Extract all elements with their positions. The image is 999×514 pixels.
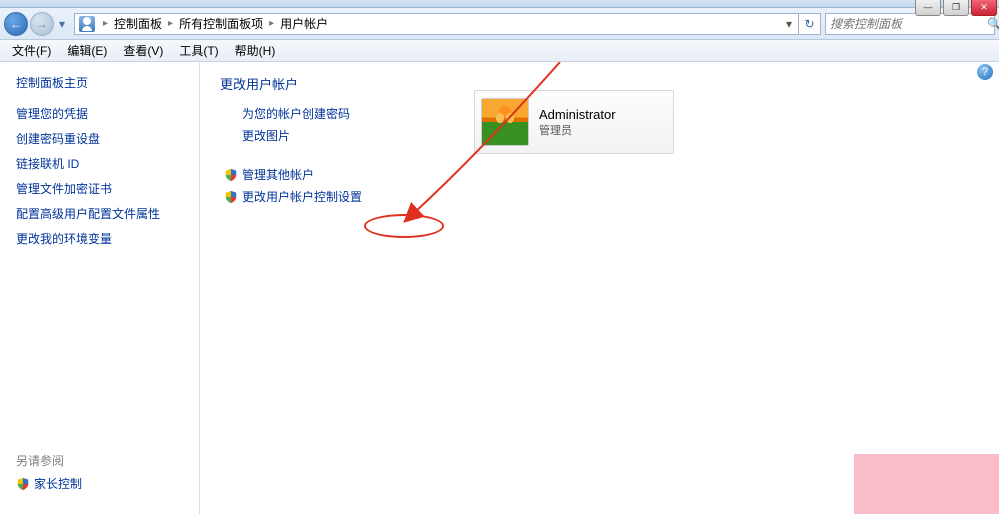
titlebar: — ❐ ✕ xyxy=(0,0,999,8)
sidebar-link-encryption-cert[interactable]: 管理文件加密证书 xyxy=(16,180,183,197)
sidebar-link-advanced-profile[interactable]: 配置高级用户配置文件属性 xyxy=(16,205,183,222)
task-change-uac-settings[interactable]: 更改用户帐户控制设置 xyxy=(224,188,979,205)
breadcrumb-all-items[interactable]: 所有控制面板项 xyxy=(177,15,265,32)
account-name: Administrator xyxy=(539,107,616,122)
parental-controls-link[interactable]: 家长控制 xyxy=(16,475,183,492)
user-accounts-icon xyxy=(79,16,95,32)
crumb-sep-icon: ▸ xyxy=(265,18,278,29)
menu-tools[interactable]: 工具(T) xyxy=(171,40,226,61)
shield-icon xyxy=(224,190,238,204)
shield-icon xyxy=(16,477,30,491)
sidebar-link-env-vars[interactable]: 更改我的环境变量 xyxy=(16,230,183,247)
menu-file[interactable]: 文件(F) xyxy=(4,40,59,61)
help-icon[interactable]: ? xyxy=(977,64,993,80)
address-bar[interactable]: ▸ 控制面板 ▸ 所有控制面板项 ▸ 用户帐户 ▾ xyxy=(74,13,799,35)
nav-history-dropdown[interactable]: ▾ xyxy=(56,15,68,33)
navigation-bar: ← → ▾ ▸ 控制面板 ▸ 所有控制面板项 ▸ 用户帐户 ▾ ↻ 🔍 xyxy=(0,8,999,40)
shield-icon xyxy=(224,168,238,182)
maximize-button[interactable]: ❐ xyxy=(943,0,969,16)
crumb-sep-icon: ▸ xyxy=(164,18,177,29)
task-label: 管理其他帐户 xyxy=(242,166,314,183)
menu-edit[interactable]: 编辑(E) xyxy=(59,40,115,61)
sidebar-link-reset-disk[interactable]: 创建密码重设盘 xyxy=(16,130,183,147)
breadcrumb-control-panel[interactable]: 控制面板 xyxy=(112,15,164,32)
close-button[interactable]: ✕ xyxy=(971,0,997,16)
body: 控制面板主页 管理您的凭据 创建密码重设盘 链接联机 ID 管理文件加密证书 配… xyxy=(0,62,999,514)
back-button[interactable]: ← xyxy=(4,12,28,36)
menu-bar: 文件(F) 编辑(E) 查看(V) 工具(T) 帮助(H) xyxy=(0,40,999,62)
see-also-label: 另请参阅 xyxy=(16,452,183,469)
sidebar: 控制面板主页 管理您的凭据 创建密码重设盘 链接联机 ID 管理文件加密证书 配… xyxy=(0,62,200,514)
annotation-circle xyxy=(364,214,444,238)
menu-view[interactable]: 查看(V) xyxy=(115,40,171,61)
search-input[interactable] xyxy=(830,17,987,31)
account-role: 管理员 xyxy=(539,122,616,138)
watermark xyxy=(854,454,999,514)
breadcrumb-user-accounts[interactable]: 用户帐户 xyxy=(278,15,330,32)
window-controls: — ❐ ✕ xyxy=(913,0,997,16)
avatar xyxy=(481,98,529,146)
account-tile[interactable]: Administrator 管理员 xyxy=(474,90,674,154)
sidebar-home-link[interactable]: 控制面板主页 xyxy=(16,74,183,91)
menu-help[interactable]: 帮助(H) xyxy=(227,40,284,61)
task-manage-other-accounts[interactable]: 管理其他帐户 xyxy=(224,166,979,183)
main-content: ? 更改用户帐户 为您的帐户创建密码 更改图片 管理其他帐户 更改用户帐户控制设… xyxy=(200,62,999,514)
crumb-sep-icon: ▸ xyxy=(99,18,112,29)
address-dropdown-icon[interactable]: ▾ xyxy=(784,17,794,31)
forward-button[interactable]: → xyxy=(30,12,54,36)
search-icon[interactable]: 🔍 xyxy=(987,17,999,31)
parental-controls-label: 家长控制 xyxy=(34,475,82,492)
sidebar-link-credentials[interactable]: 管理您的凭据 xyxy=(16,105,183,122)
refresh-button[interactable]: ↻ xyxy=(799,13,821,35)
minimize-button[interactable]: — xyxy=(915,0,941,16)
task-label: 更改用户帐户控制设置 xyxy=(242,188,362,205)
sidebar-link-online-id[interactable]: 链接联机 ID xyxy=(16,155,183,172)
